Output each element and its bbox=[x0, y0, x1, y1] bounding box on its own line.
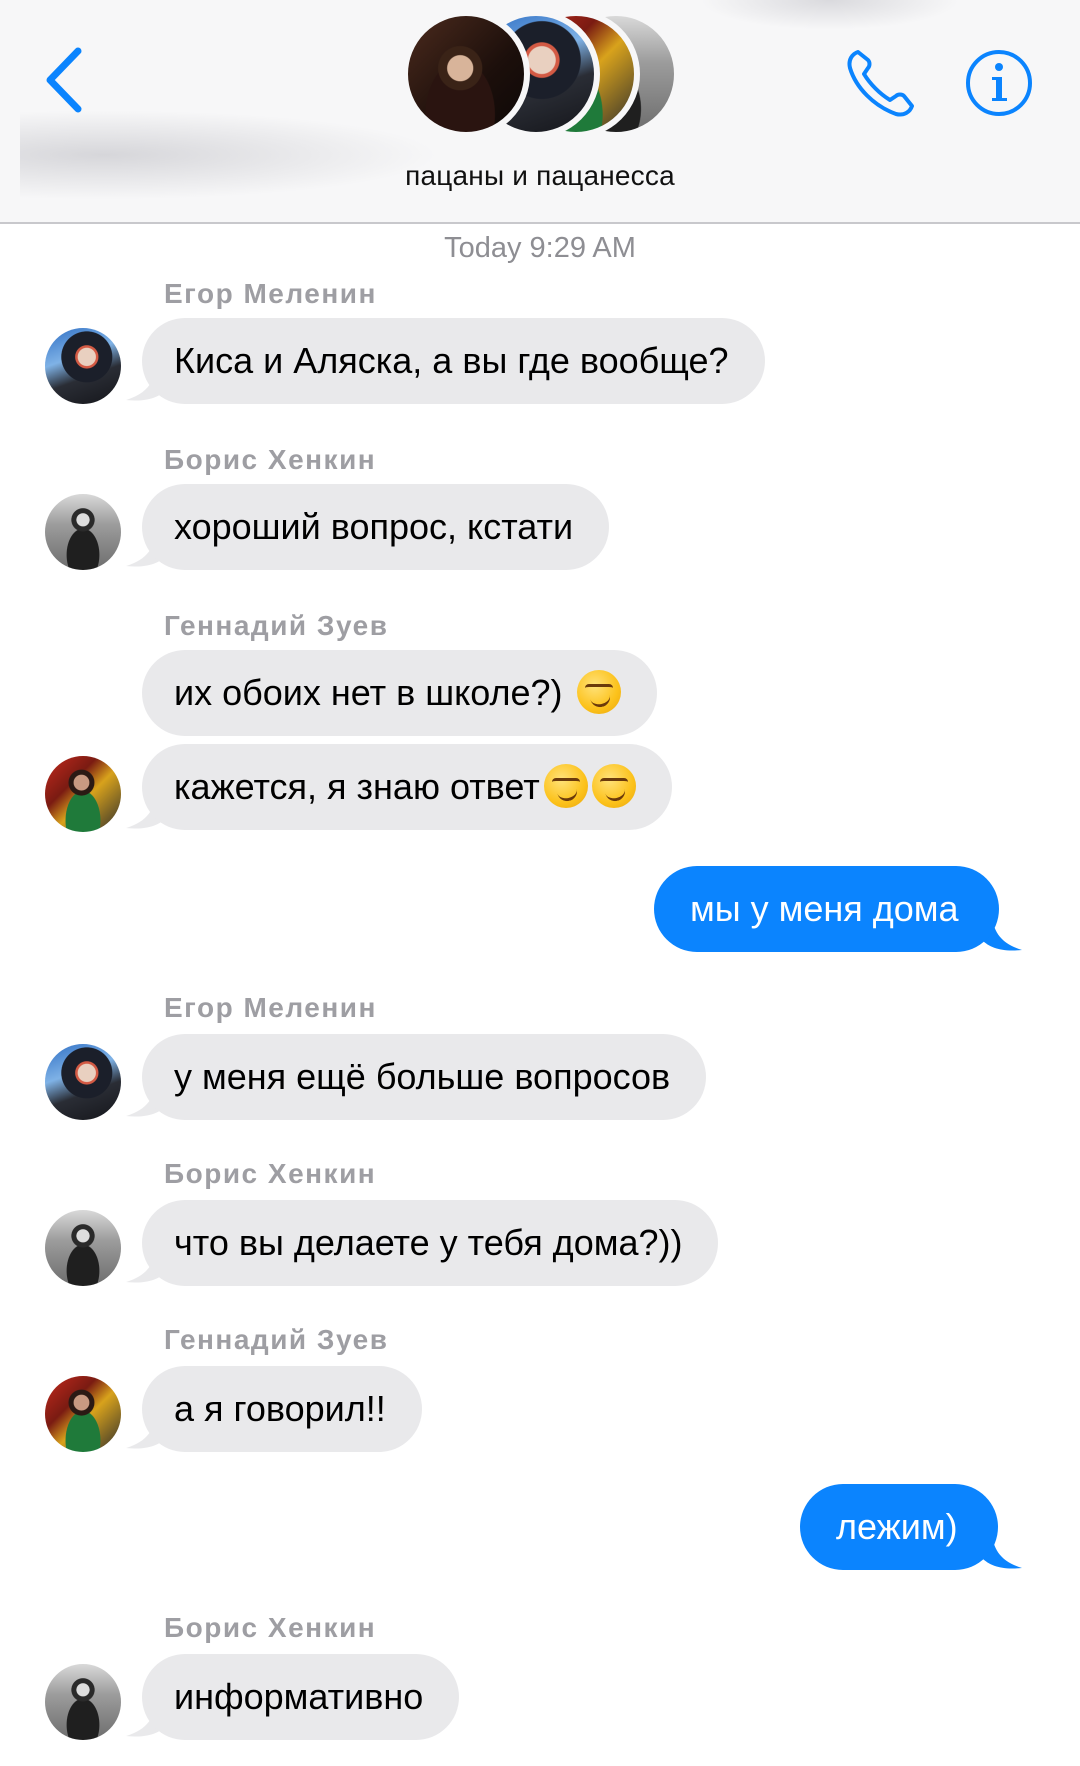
message-text: что вы делаете у тебя дома?)) bbox=[174, 1222, 683, 1263]
group-avatar-stack[interactable] bbox=[402, 10, 682, 140]
chevron-left-icon bbox=[46, 47, 82, 113]
avatar[interactable] bbox=[45, 1376, 121, 1452]
group-avatar-main bbox=[402, 10, 530, 138]
avatar[interactable] bbox=[45, 1210, 121, 1286]
message-bubble-outgoing[interactable]: мы у меня дома bbox=[654, 866, 999, 952]
message-bubble-incoming[interactable]: что вы делаете у тебя дома?)) bbox=[142, 1200, 719, 1286]
avatar[interactable] bbox=[45, 328, 121, 404]
avatar[interactable] bbox=[45, 756, 121, 832]
smirking-face-emoji bbox=[591, 764, 636, 809]
sender-name: Борис Хенкин bbox=[164, 1158, 377, 1189]
message-text: информативно bbox=[174, 1676, 424, 1717]
conversation-timestamp: Today 9:29 AM bbox=[444, 232, 636, 264]
sender-name: Егор Меленин bbox=[164, 992, 377, 1023]
call-button[interactable] bbox=[840, 44, 920, 124]
message-bubble-incoming[interactable]: а я говорил!! bbox=[142, 1366, 422, 1452]
message-text: а я говорил!! bbox=[174, 1388, 386, 1429]
conversation-header: пацаны и пацанесса bbox=[0, 0, 1080, 224]
avatar[interactable] bbox=[45, 1664, 121, 1740]
sender-name: Борис Хенкин bbox=[164, 1612, 377, 1643]
status-bar-blur bbox=[700, 0, 960, 30]
message-text: кажется, я знаю ответ bbox=[174, 766, 540, 807]
message-bubble-incoming[interactable]: у меня ещё больше вопросов bbox=[142, 1034, 707, 1120]
message-text: лежим) bbox=[836, 1506, 958, 1547]
sender-name: Борис Хенкин bbox=[164, 444, 377, 475]
message-bubble-outgoing[interactable]: лежим) bbox=[800, 1484, 998, 1570]
group-name[interactable]: пацаны и пацанесса bbox=[0, 160, 1080, 192]
message-bubble-incoming[interactable]: информативно bbox=[142, 1654, 460, 1740]
phone-icon bbox=[847, 50, 914, 117]
info-button[interactable] bbox=[964, 48, 1034, 118]
message-bubble-incoming[interactable]: их обоих нет в школе?) bbox=[142, 650, 657, 736]
message-text: их обоих нет в школе?) bbox=[174, 672, 563, 713]
message-text: у меня ещё больше вопросов bbox=[174, 1056, 671, 1097]
message-text: Киса и Аляска, а вы где вообще? bbox=[174, 340, 729, 381]
avatar[interactable] bbox=[45, 494, 121, 570]
sender-name: Геннадий Зуев bbox=[164, 1324, 389, 1355]
messages-screen: пацаны и пацанесса Today 9:29 AM Егор Ме… bbox=[0, 0, 1080, 1766]
sender-name: Геннадий Зуев bbox=[164, 610, 389, 641]
avatar[interactable] bbox=[45, 1044, 121, 1120]
message-bubble-incoming[interactable]: кажется, я знаю ответ bbox=[142, 744, 672, 830]
message-bubble-incoming[interactable]: Киса и Аляска, а вы где вообще? bbox=[142, 318, 765, 404]
info-icon bbox=[966, 50, 1032, 116]
smirking-face-emoji bbox=[543, 764, 588, 809]
message-bubble-incoming[interactable]: хороший вопрос, кстати bbox=[142, 484, 610, 570]
back-button[interactable] bbox=[36, 40, 92, 120]
smirking-face-emoji bbox=[576, 670, 621, 715]
message-text: мы у меня дома bbox=[690, 888, 959, 929]
sender-name: Егор Меленин bbox=[164, 278, 377, 309]
message-text: хороший вопрос, кстати bbox=[174, 506, 574, 547]
